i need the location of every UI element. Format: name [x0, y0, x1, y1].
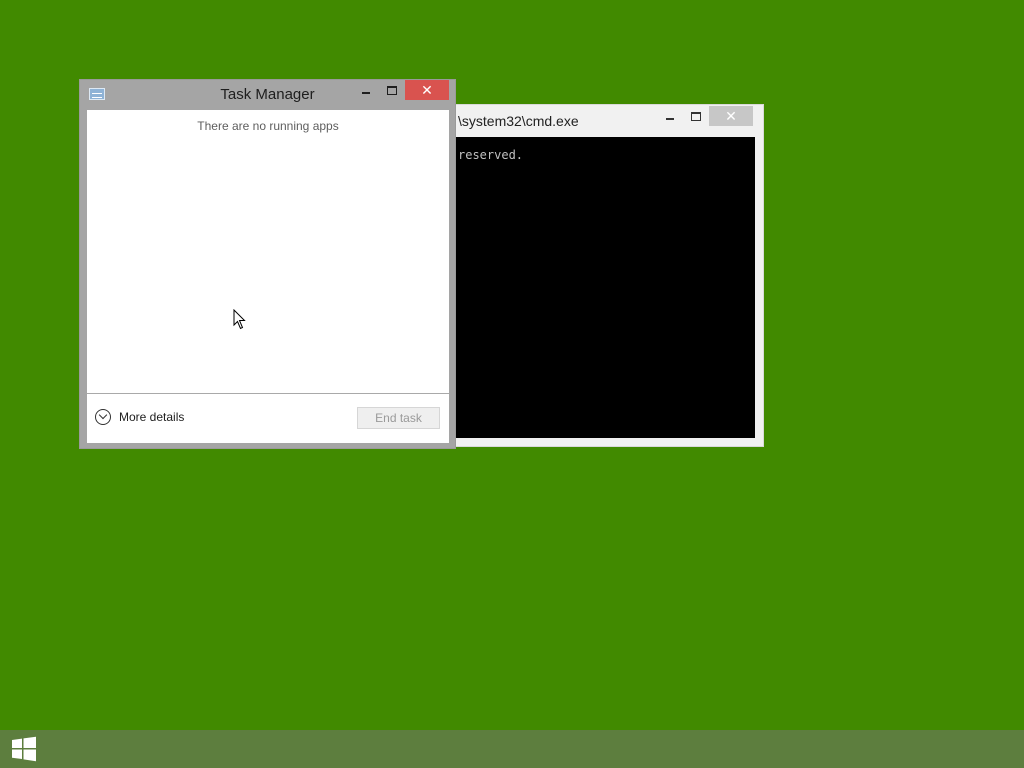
start-button[interactable]	[0, 730, 48, 768]
task-manager-window[interactable]: Task Manager ✕ There are no running apps…	[79, 79, 456, 449]
mouse-pointer-icon	[233, 309, 246, 330]
cmd-console-area[interactable]: reserved.	[449, 137, 755, 438]
empty-apps-message: There are no running apps	[197, 119, 339, 133]
cmd-window[interactable]: \system32\cmd.exe ✕ reserved.	[440, 104, 764, 447]
cmd-window-controls: ✕	[657, 106, 753, 126]
more-details-label[interactable]: More details	[119, 410, 184, 424]
cmd-close-button[interactable]: ✕	[709, 106, 753, 126]
more-details-button[interactable]: More details	[95, 409, 184, 425]
cmd-console-text: reserved.	[458, 148, 524, 162]
task-manager-content: There are no running apps More details E…	[87, 110, 449, 443]
windows-logo-icon[interactable]	[11, 736, 37, 762]
cmd-maximize-button[interactable]	[683, 106, 709, 126]
task-manager-controls: ✕	[353, 80, 449, 100]
end-task-button[interactable]: End task	[357, 407, 440, 429]
desktop[interactable]: \system32\cmd.exe ✕ reserved. Task Manag…	[0, 0, 1024, 768]
task-manager-minimize-button[interactable]	[353, 80, 379, 100]
cmd-window-title: \system32\cmd.exe	[458, 113, 579, 129]
task-manager-maximize-button[interactable]	[379, 80, 405, 100]
footer-divider	[87, 393, 449, 394]
task-manager-close-button[interactable]: ✕	[405, 80, 449, 100]
chevron-down-circle-icon[interactable]	[95, 409, 111, 425]
taskbar	[0, 730, 1024, 768]
cmd-minimize-button[interactable]	[657, 106, 683, 126]
